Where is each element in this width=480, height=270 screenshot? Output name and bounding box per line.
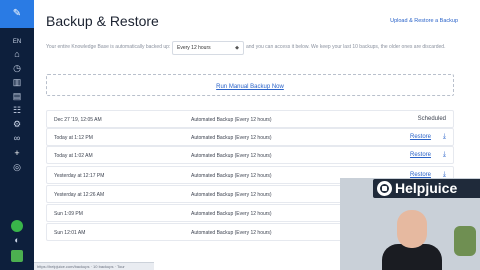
users-icon[interactable]: ☷: [0, 104, 34, 116]
backup-row: Dec 27 '19, 12:05 AM Automated Backup (E…: [46, 110, 454, 128]
page-title: Backup & Restore: [46, 13, 159, 29]
add-icon[interactable]: +: [0, 147, 34, 159]
backup-date: Yesterday at 12:26 AM: [54, 192, 105, 198]
helpjuice-logo: Helpjuice: [373, 179, 480, 198]
backup-date: Sun 1:09 PM: [54, 211, 83, 217]
backup-type: Automated Backup (Every 12 hours): [191, 153, 272, 159]
backup-frequency-select[interactable]: Every 12 hours ◆: [172, 41, 244, 55]
sidebar: ✎ EN ⌂ ◷ ▥ ▤ ☷ ⚙ ∞ + ◎ ◐: [0, 0, 34, 270]
restore-link[interactable]: Restore: [410, 134, 431, 140]
browser-statusbar: https://helpjuice.com/backups · 10 backu…: [34, 262, 154, 270]
backup-date: Dec 27 '19, 12:05 AM: [54, 117, 102, 123]
backup-type: Automated Backup (Every 12 hours): [191, 192, 272, 198]
status-online-icon: [11, 220, 23, 232]
backup-type: Automated Backup (Every 12 hours): [191, 117, 272, 123]
backup-date: Today at 1:12 PM: [54, 135, 93, 141]
backup-type: Automated Backup (Every 12 hours): [191, 211, 272, 217]
home-icon[interactable]: ⌂: [0, 48, 34, 60]
helpjuice-logo-text: Helpjuice: [395, 180, 458, 196]
upload-restore-link[interactable]: Upload & Restore a Backup: [390, 18, 458, 24]
helpjuice-logo-dot: [382, 186, 387, 191]
intro-text-after: and you can access it below. We keep you…: [246, 44, 446, 50]
link-icon[interactable]: ∞: [0, 132, 34, 144]
manual-backup-box[interactable]: Run Manual Backup Now: [46, 74, 454, 96]
restore-link[interactable]: Restore: [410, 152, 431, 158]
backup-date: Today at 1:02 AM: [54, 153, 93, 159]
edit-icon: ✎: [12, 8, 22, 19]
intro-text: Your entire Knowledge Base is automatica…: [46, 44, 171, 50]
clock-icon[interactable]: ◷: [0, 62, 34, 74]
globe-icon[interactable]: ◎: [0, 161, 34, 173]
settings-icon[interactable]: ⚙: [0, 118, 34, 130]
frequency-value: Every 12 hours: [177, 45, 211, 51]
backup-type: Automated Backup (Every 12 hours): [191, 135, 272, 141]
backup-row: Today at 1:02 AM Automated Backup (Every…: [46, 146, 454, 164]
avatar[interactable]: [11, 250, 23, 262]
backup-status: Scheduled: [417, 116, 446, 122]
backup-date: Yesterday at 12:17 PM: [54, 173, 105, 179]
document-icon[interactable]: ▤: [0, 90, 34, 102]
backup-type: Automated Backup (Every 12 hours): [191, 230, 272, 236]
presenter-head: [397, 210, 427, 248]
backup-row: Today at 1:12 PM Automated Backup (Every…: [46, 128, 454, 146]
backup-type: Automated Backup (Every 12 hours): [191, 173, 272, 179]
backup-date: Sun 12:01 AM: [54, 230, 86, 236]
download-icon[interactable]: ⤓: [443, 133, 446, 141]
webcam-overlay: Helpjuice: [340, 178, 480, 270]
download-icon[interactable]: ⤓: [443, 151, 446, 159]
chevron-down-icon: ◆: [235, 45, 239, 51]
run-manual-backup-link[interactable]: Run Manual Backup Now: [216, 84, 284, 90]
help-icon[interactable]: ◐: [0, 234, 34, 246]
language-label[interactable]: EN: [0, 36, 34, 48]
sidebar-top-button[interactable]: ✎: [0, 0, 34, 28]
plant: [454, 226, 476, 256]
chart-icon[interactable]: ▥: [0, 76, 34, 88]
